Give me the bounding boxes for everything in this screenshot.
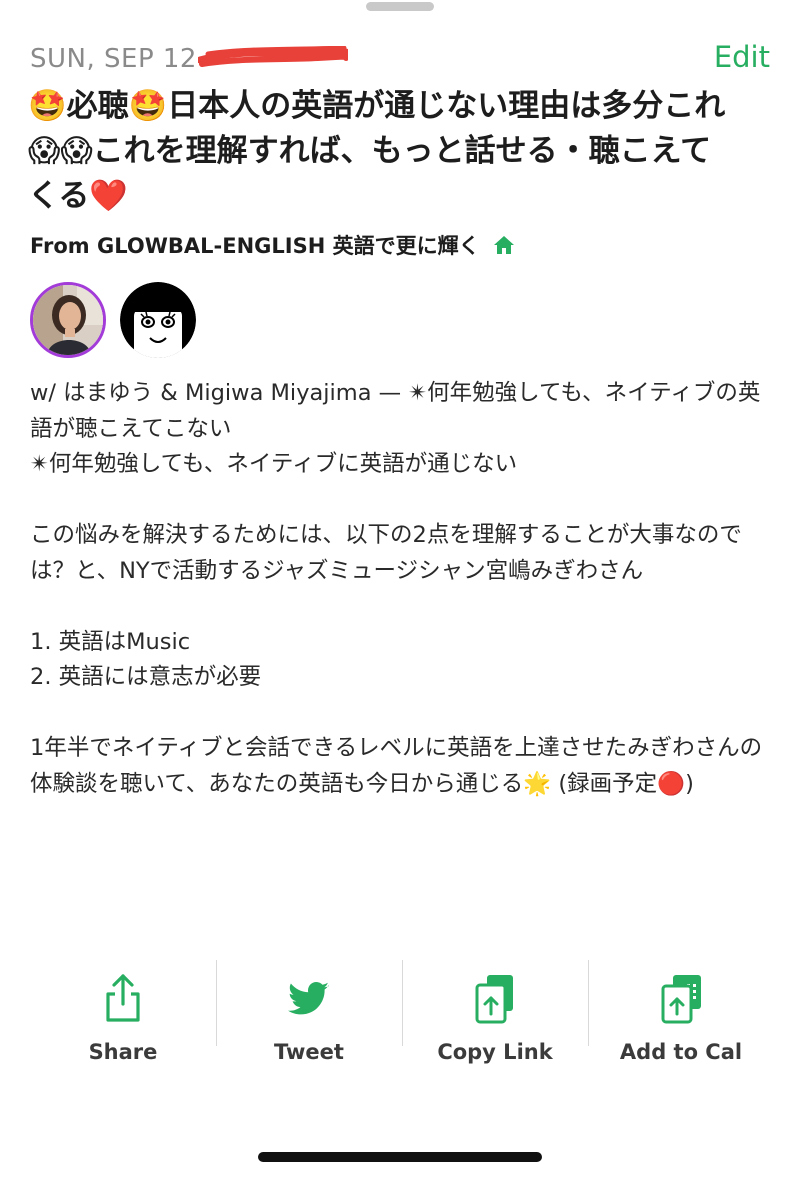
add-to-calendar-button[interactable]: Add to Cal: [588, 960, 774, 1064]
photo-avatar[interactable]: [30, 282, 106, 358]
date-row: SUN, SEP 12 Edit: [30, 40, 770, 82]
tweet-label: Tweet: [274, 1040, 344, 1064]
edit-button[interactable]: Edit: [714, 40, 770, 74]
event-description: w/ はまゆう & Migiwa Miyajima — ✴︎何年勉強しても、ネイ…: [30, 380, 763, 797]
tweet-button[interactable]: Tweet: [216, 960, 402, 1064]
copy-link-button[interactable]: Copy Link: [402, 960, 588, 1064]
copy-link-icon: [475, 975, 513, 1024]
event-date: SUN, SEP 12: [30, 44, 197, 74]
redaction-mark: [198, 46, 348, 67]
event-title: 🤩必聴🤩日本人の英語が通じない理由は多分これ😱😱これを理解すれば、もっと話せる・…: [28, 88, 726, 214]
home-icon: [493, 236, 514, 254]
action-bar: Share Tweet Copy Link Add to Cal: [30, 960, 774, 1064]
calendar-add-icon: [661, 975, 701, 1024]
copy-link-label: Copy Link: [437, 1040, 553, 1064]
home-indicator[interactable]: [258, 1152, 542, 1162]
twitter-bird-icon: [288, 982, 329, 1015]
event-sheet: SUN, SEP 12 Edit 🤩必聴🤩日本人の英語が通じない理由は多分これ😱…: [0, 0, 800, 1177]
share-button[interactable]: Share: [30, 960, 216, 1064]
add-to-cal-label: Add to Cal: [619, 1040, 743, 1064]
share-label: Share: [88, 1040, 158, 1064]
share-icon: [106, 974, 140, 1022]
cartoon-avatar[interactable]: [120, 282, 196, 358]
sheet-grabber[interactable]: [366, 2, 434, 11]
club-link[interactable]: From GLOWBAL-ENGLISH 英語で更に輝く: [30, 230, 770, 260]
from-label: From GLOWBAL-ENGLISH 英語で更に輝く: [30, 234, 480, 258]
